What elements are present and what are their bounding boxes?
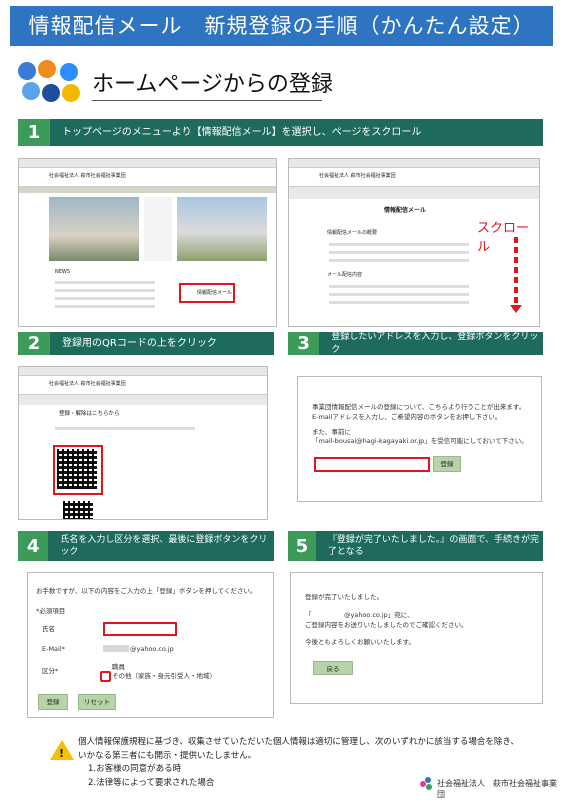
section-underline	[92, 100, 322, 101]
step-number: 4	[18, 531, 49, 561]
qr-highlight[interactable]	[53, 445, 103, 495]
qr-code-icon[interactable]	[57, 449, 97, 489]
screenshot-registration-form: お手数ですが、以下の内容をご入力の上「登録」ボタンを押してください。 *必須項目…	[27, 572, 274, 718]
step-3-bar: 3 登録したいアドレスを入力し、登録ボタンをクリック	[288, 332, 543, 355]
intro-text: また、事前に	[312, 427, 351, 436]
step-text: 登録用のQRコードの上をクリック	[62, 337, 217, 349]
news-label: NEWS	[55, 269, 71, 275]
section-title: ホームページからの登録	[92, 72, 333, 97]
register-button[interactable]: 登録	[433, 456, 461, 472]
required-note: *必須項目	[36, 607, 66, 615]
option-other-radio[interactable]	[100, 671, 111, 682]
complete-text: ご登録内容をお送りいたしましたのでご確認ください。	[305, 620, 468, 629]
org-name: 社会福祉法人 萩市社会福祉事業団	[49, 173, 126, 179]
complete-text: 今後ともよろしくお願いいたします。	[305, 638, 415, 647]
email-masked	[103, 645, 129, 652]
option-other[interactable]: その他（家族・身元引受人・地域）	[112, 672, 216, 682]
org-logo-icon	[420, 777, 434, 791]
screenshot-qr-page: 社会福祉法人 萩市社会福祉事業団 登録・解除はこちらから	[18, 366, 268, 520]
step-number: 1	[18, 119, 50, 146]
screenshot-email-entry: 事業団情報配信メールの登録について、こちらより行うことが出来ます。 E-mail…	[297, 376, 542, 502]
page-title: 情報配信メール 新規登録の手順（かんたん設定）	[10, 6, 553, 46]
notice-line: いかなる第三者にも開示・提供いたしません。	[78, 750, 257, 761]
register-heading: 登録・解除はこちらから	[59, 411, 120, 417]
intro-text: 「mail-bousai@hagi-kagayaki.or.jp」を受信可能にし…	[312, 437, 528, 446]
mail-menu-link[interactable]: 情報配信メール	[197, 289, 232, 296]
form-intro: お手数ですが、以下の内容をご入力の上「登録」ボタンを押してください。	[36, 587, 257, 595]
submit-button[interactable]: 登録	[38, 694, 68, 710]
scroll-label: スクロール	[477, 221, 530, 255]
category-label: 区分*	[42, 667, 59, 675]
step-number: 2	[18, 332, 50, 355]
intro-text: 事業団情報配信メールの登録について、こちらより行うことが出来ます。	[312, 403, 526, 411]
org-name: 社会福祉法人 萩市社会福祉事業団	[319, 173, 396, 179]
notice-line: 個人情報保護規程に基づき、収集させていただいた個人情報は適切に管理し、次のいずれ…	[78, 737, 519, 747]
step-text: 登録したいアドレスを入力し、登録ボタンをクリック	[331, 332, 539, 355]
step-2-bar: 2 登録用のQRコードの上をクリック	[18, 332, 274, 355]
screenshot-mail-page: 社会福祉法人 萩市社会福祉事業団 情報配信メール スクロール 情報配信メールの概…	[288, 158, 540, 327]
name-input[interactable]	[103, 622, 177, 636]
facility-photo	[49, 197, 139, 261]
email-value: @yahoo.co.jp	[130, 645, 174, 653]
step-number: 5	[288, 531, 316, 561]
menu-panel	[144, 197, 172, 261]
step-1-bar: 1 トップページのメニューより【情報配信メール】を選択し、ページをスクロール	[18, 119, 543, 146]
step-4-bar: 4 氏名を入力し区分を選択、最後に登録ボタンをクリック	[18, 531, 274, 561]
step-text: 『登録が完了いたしました。』の画面で、手続きが完了となる	[327, 534, 540, 557]
mail-menu-highlight[interactable]: 情報配信メール	[179, 283, 235, 303]
step-5-bar: 5 『登録が完了いたしました。』の画面で、手続きが完了となる	[288, 531, 543, 561]
screenshot-complete: 登録が完了いたしました。 「 @yahoo.co.jp」宛に、 ご登録内容をお送…	[290, 572, 543, 704]
email-input[interactable]	[314, 457, 430, 472]
step-text: 氏名を入力し区分を選択、最後に登録ボタンをクリック	[60, 534, 268, 557]
scroll-arrow-icon	[514, 237, 518, 307]
name-label: 氏名	[42, 625, 55, 633]
intro-text: E-mailアドレスを入力し、ご希望内容のボタンをお押し下さい。	[312, 412, 502, 421]
complete-text: 「 @yahoo.co.jp」宛に、	[305, 610, 414, 619]
content-heading: メール配信内容	[327, 272, 363, 278]
arrow-down-icon	[510, 305, 522, 313]
facility-photo-2	[177, 197, 267, 261]
mail-heading: 情報配信メール	[384, 207, 427, 214]
footer-org-name: 社会福祉法人 萩市社会福祉事業団	[437, 779, 557, 799]
qr-code-2-icon	[63, 501, 93, 519]
reset-button[interactable]: リセット	[78, 694, 116, 710]
browser-logos-icon	[16, 60, 86, 106]
step-number: 3	[288, 332, 320, 355]
back-button[interactable]: 戻る	[313, 661, 353, 675]
email-label: E-Mail*	[42, 645, 65, 653]
notice-line: 1.お客様の同意がある時	[88, 764, 182, 775]
warning-mark-icon: !	[59, 747, 65, 760]
complete-text: 登録が完了いたしました。	[305, 593, 383, 601]
screenshot-top-page: 社会福祉法人 萩市社会福祉事業団 NEWS 情報配信メール	[18, 158, 277, 327]
step-text: トップページのメニューより【情報配信メール】を選択し、ページをスクロール	[62, 126, 422, 138]
org-name: 社会福祉法人 萩市社会福祉事業団	[49, 381, 126, 387]
overview-heading: 情報配信メールの概要	[327, 230, 378, 236]
